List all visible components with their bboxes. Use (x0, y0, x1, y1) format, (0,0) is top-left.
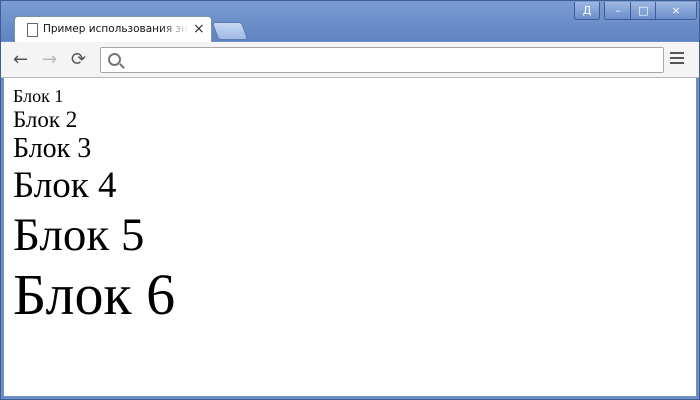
close-window-button[interactable]: × (655, 2, 697, 20)
page-icon (27, 23, 38, 37)
search-icon (108, 53, 121, 66)
minimize-button[interactable]: – (604, 2, 632, 20)
profile-button[interactable]: Д (574, 2, 600, 20)
address-bar[interactable] (100, 47, 664, 73)
forward-icon[interactable]: → (42, 50, 57, 70)
page-viewport: Блок 1 Блок 2 Блок 3 Блок 4 Блок 5 Блок … (4, 78, 696, 396)
block-4: Блок 4 (13, 165, 117, 207)
browser-tab[interactable]: Пример использования значения × (14, 16, 212, 43)
block-2: Блок 2 (13, 106, 78, 132)
block-3: Блок 3 (13, 133, 92, 165)
browser-window: Пример использования значения × Д – □ × … (0, 0, 700, 400)
title-bar: Пример использования значения × Д – □ × (1, 1, 699, 43)
tab-close-icon[interactable]: × (193, 21, 205, 37)
menu-icon[interactable] (670, 52, 684, 67)
maximize-button[interactable]: □ (630, 2, 657, 20)
reload-icon[interactable]: ⟳ (71, 50, 86, 70)
back-icon[interactable]: ← (13, 50, 28, 70)
page-content: Блок 1 Блок 2 Блок 3 Блок 4 Блок 5 Блок … (13, 86, 175, 329)
browser-toolbar: ← → ⟳ (1, 42, 699, 78)
block-6: Блок 6 (13, 261, 176, 327)
block-5: Блок 5 (13, 208, 145, 261)
block-1: Блок 1 (13, 86, 64, 106)
new-tab-button[interactable] (211, 22, 249, 40)
tab-title: Пример использования значения (43, 23, 189, 35)
